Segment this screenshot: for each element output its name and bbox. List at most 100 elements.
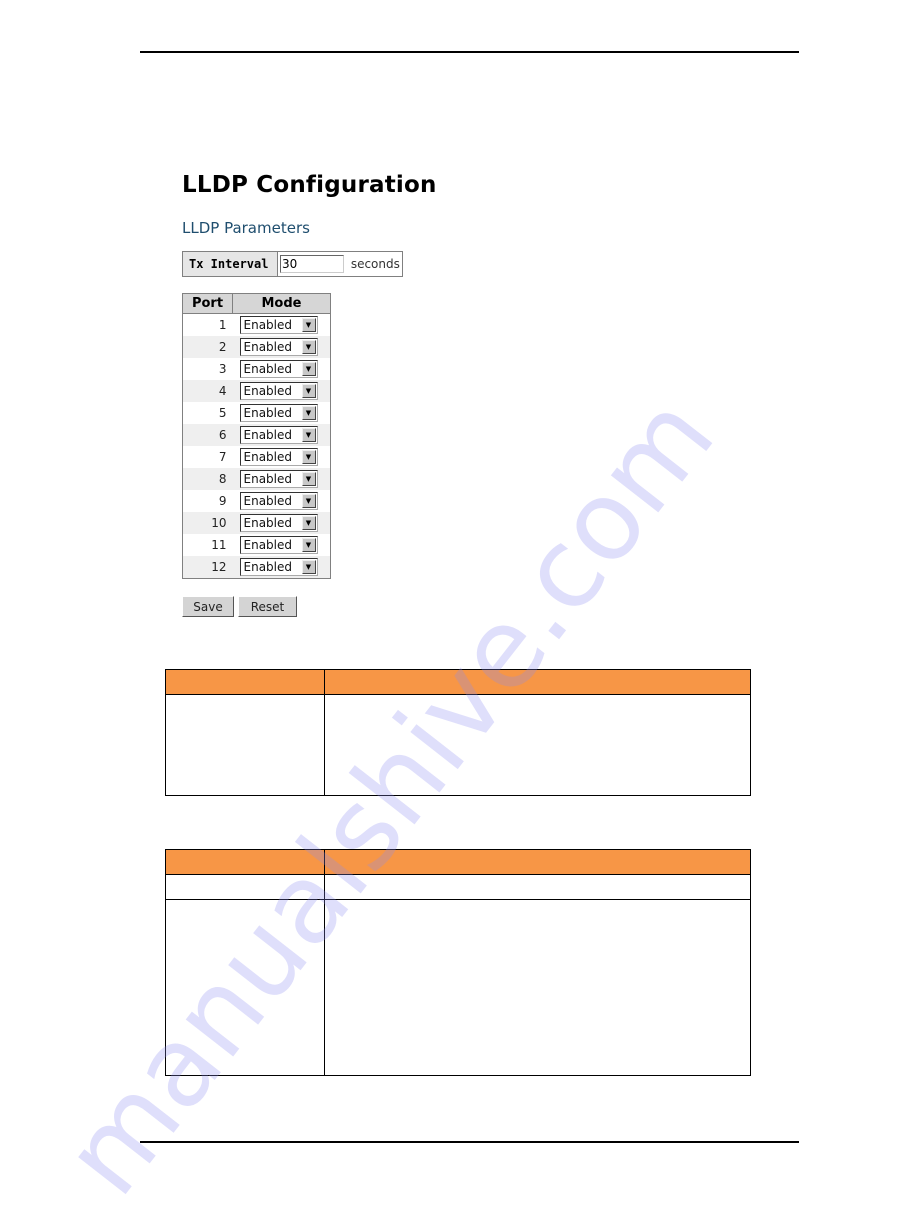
footer-rule (140, 1141, 799, 1143)
port-number: 12 (182, 556, 233, 579)
mode-select[interactable]: Enabled ▼ (239, 492, 318, 510)
column-header-port: Port (182, 293, 233, 314)
mode-select-value: Enabled (243, 362, 293, 376)
mode-select[interactable]: Enabled ▼ (239, 404, 318, 422)
port-mode-table: Port Mode 1 Enabled ▼ 2 Enabled ▼ 3 Enabled ▼ 4 En… (182, 293, 331, 579)
chevron-down-icon[interactable]: ▼ (301, 494, 316, 508)
mode-cell: Enabled ▼ (232, 380, 331, 402)
port-number: 11 (182, 534, 233, 556)
chevron-down-icon[interactable]: ▼ (301, 560, 316, 574)
mode-cell: Enabled ▼ (232, 313, 331, 336)
mode-select-value: Enabled (243, 428, 293, 442)
mode-select-value: Enabled (243, 340, 293, 354)
chevron-down-icon[interactable]: ▼ (301, 428, 316, 442)
mode-cell: Enabled ▼ (232, 336, 331, 358)
mode-cell: Enabled ▼ (232, 490, 331, 512)
table-header-cell (324, 849, 751, 875)
port-number: 9 (182, 490, 233, 512)
port-number: 1 (182, 313, 233, 336)
mode-select-value: Enabled (243, 450, 293, 464)
table-row (165, 874, 751, 900)
mode-cell: Enabled ▼ (232, 468, 331, 490)
chevron-down-icon[interactable]: ▼ (301, 472, 316, 486)
port-number: 3 (182, 358, 233, 380)
chevron-down-icon[interactable]: ▼ (301, 362, 316, 376)
mode-select-value: Enabled (243, 384, 293, 398)
table-cell (324, 899, 751, 1076)
chevron-down-icon[interactable]: ▼ (301, 406, 316, 420)
tx-interval-input[interactable] (280, 255, 344, 273)
port-row: 5 Enabled ▼ (182, 402, 331, 424)
port-row: 2 Enabled ▼ (182, 336, 331, 358)
table-row (165, 694, 751, 796)
mode-select[interactable]: Enabled ▼ (239, 426, 318, 444)
port-number: 8 (182, 468, 233, 490)
mode-select[interactable]: Enabled ▼ (239, 382, 318, 400)
reset-button[interactable]: Reset (238, 596, 297, 617)
table-header-cell (165, 849, 325, 875)
mode-cell: Enabled ▼ (232, 424, 331, 446)
chevron-down-icon[interactable]: ▼ (301, 340, 316, 354)
description-table-1 (165, 669, 751, 796)
port-number: 7 (182, 446, 233, 468)
tx-interval-label: Tx Interval (182, 251, 278, 277)
save-button[interactable]: Save (182, 596, 234, 617)
mode-select-value: Enabled (243, 318, 293, 332)
port-number: 10 (182, 512, 233, 534)
table-cell (165, 874, 325, 900)
mode-cell: Enabled ▼ (232, 534, 331, 556)
header-rule (140, 51, 799, 53)
page-title: LLDP Configuration (182, 172, 437, 198)
port-row: 11 Enabled ▼ (182, 534, 331, 556)
port-number: 5 (182, 402, 233, 424)
mode-cell: Enabled ▼ (232, 512, 331, 534)
mode-cell: Enabled ▼ (232, 556, 331, 579)
chevron-down-icon[interactable]: ▼ (301, 384, 316, 398)
port-row: 3 Enabled ▼ (182, 358, 331, 380)
column-header-mode: Mode (232, 293, 331, 314)
chevron-down-icon[interactable]: ▼ (301, 538, 316, 552)
port-row: 4 Enabled ▼ (182, 380, 331, 402)
mode-select-value: Enabled (243, 494, 293, 508)
mode-select-value: Enabled (243, 472, 293, 486)
table-cell (324, 874, 751, 900)
tx-interval-table: Tx Interval seconds (182, 251, 403, 277)
port-row: 6 Enabled ▼ (182, 424, 331, 446)
mode-select-value: Enabled (243, 516, 293, 530)
mode-select-value: Enabled (243, 406, 293, 420)
section-title: LLDP Parameters (182, 219, 310, 237)
tx-interval-unit: seconds (350, 257, 400, 271)
mode-cell: Enabled ▼ (232, 402, 331, 424)
port-row: 9 Enabled ▼ (182, 490, 331, 512)
mode-cell: Enabled ▼ (232, 358, 331, 380)
mode-select[interactable]: Enabled ▼ (239, 448, 318, 466)
mode-select[interactable]: Enabled ▼ (239, 360, 318, 378)
mode-select[interactable]: Enabled ▼ (239, 536, 318, 554)
port-number: 4 (182, 380, 233, 402)
chevron-down-icon[interactable]: ▼ (301, 516, 316, 530)
port-number: 2 (182, 336, 233, 358)
port-row: 8 Enabled ▼ (182, 468, 331, 490)
chevron-down-icon[interactable]: ▼ (301, 318, 316, 332)
description-table-2 (165, 849, 751, 1076)
table-cell (165, 899, 325, 1076)
mode-select[interactable]: Enabled ▼ (239, 338, 318, 356)
mode-select-value: Enabled (243, 560, 293, 574)
mode-select[interactable]: Enabled ▼ (239, 316, 318, 334)
mode-select[interactable]: Enabled ▼ (239, 558, 318, 576)
port-number: 6 (182, 424, 233, 446)
table-cell (165, 694, 325, 796)
mode-select[interactable]: Enabled ▼ (239, 514, 318, 532)
table-header-cell (165, 669, 325, 695)
mode-cell: Enabled ▼ (232, 446, 331, 468)
port-row: 10 Enabled ▼ (182, 512, 331, 534)
chevron-down-icon[interactable]: ▼ (301, 450, 316, 464)
table-row (165, 899, 751, 1076)
port-row: 12 Enabled ▼ (182, 556, 331, 579)
port-row: 1 Enabled ▼ (182, 313, 331, 336)
tx-interval-cell: seconds (277, 251, 403, 277)
port-row: 7 Enabled ▼ (182, 446, 331, 468)
mode-select[interactable]: Enabled ▼ (239, 470, 318, 488)
table-header-cell (324, 669, 751, 695)
table-cell (324, 694, 751, 796)
